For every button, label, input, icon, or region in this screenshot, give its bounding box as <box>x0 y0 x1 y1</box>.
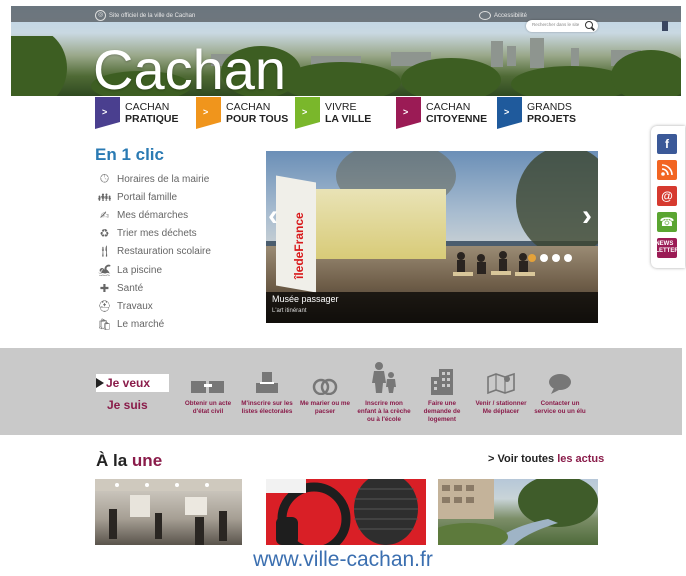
health-cross-icon: ✚ <box>99 282 110 295</box>
je-veux-tab[interactable]: Je veux <box>96 374 169 392</box>
rings-icon <box>298 359 352 395</box>
slide-next-arrow-icon[interactable]: › <box>582 201 592 231</box>
quick-link-demarches[interactable]: ✍︎ Mes démarches <box>98 206 211 224</box>
news-card-river-park[interactable] <box>438 479 598 545</box>
nav-item-label: CACHAN POUR TOUS <box>226 101 289 125</box>
quick-links-list: 🕓︎ Horaires de la mairie 👪︎ Portail famill… <box>98 170 211 334</box>
nav-item-label: GRANDS PROJETS <box>527 101 577 125</box>
search-icon[interactable] <box>585 21 593 29</box>
facebook-icon[interactable]: f <box>657 134 677 154</box>
slide-pagination <box>528 254 572 262</box>
quick-link-portail-famille[interactable]: 👪︎ Portail famille <box>98 188 211 206</box>
newsletter-icon[interactable]: NEWS LETTER <box>655 238 679 258</box>
nav-arrow-tag: > <box>396 97 421 129</box>
slide-people-deckchairs <box>451 246 541 281</box>
nav-item-label: VIVRE LA VILLE <box>325 101 372 125</box>
map-icon <box>474 359 528 395</box>
nav-item-label: CACHAN PRATIQUE <box>125 101 179 125</box>
slide-caption-subtitle: L'art itinérant <box>272 308 307 314</box>
quick-link-travaux[interactable]: ⛑︎ Travaux <box>98 297 211 315</box>
quick-link-marche[interactable]: 🛍︎ Le marché <box>98 316 211 334</box>
slide-caption-title[interactable]: Musée passager <box>272 294 339 304</box>
nav-arrow-tag: > <box>295 97 320 129</box>
see-all-news-link[interactable]: > Voir toutes les actus <box>488 453 604 465</box>
quick-link-dechets[interactable]: ♻︎ Trier mes déchets <box>98 225 211 243</box>
nav-arrow-tag: > <box>497 97 522 129</box>
paperwork-icon: ✍︎ <box>99 209 110 222</box>
building-icon <box>415 359 469 395</box>
news-card-exhibition[interactable] <box>95 479 242 545</box>
quick-link-horaires[interactable]: 🕓︎ Horaires de la mairie <box>98 170 211 188</box>
news-section-title: À la une <box>96 451 163 470</box>
accessibility-link[interactable]: Accessibilité <box>479 9 527 23</box>
email-icon[interactable]: @ <box>657 186 677 206</box>
swimmer-icon: 🏊︎ <box>97 264 112 277</box>
site-url[interactable]: www.ville-cachan.fr <box>0 548 686 572</box>
action-inscription-creche-ecole[interactable]: Inscrire mon enfant à la crèche ou à l'é… <box>357 359 411 425</box>
quick-link-sante[interactable]: ✚ Santé <box>98 279 211 297</box>
ballot-box-icon <box>240 359 294 395</box>
nav-arrow-tag: > <box>196 97 221 129</box>
official-site-link[interactable]: ◎ Site officiel de la ville de Cachan <box>95 9 195 23</box>
header-banner: ◎ Site officiel de la ville de Cachan Acc… <box>11 6 681 96</box>
quick-links-title: En 1 clic <box>95 145 164 164</box>
featured-slideshow[interactable]: îledeFrance Musée passager L'art itinéra… <box>266 151 598 323</box>
rss-icon[interactable] <box>657 160 677 180</box>
slide-dot[interactable] <box>528 254 536 262</box>
news-card-radio[interactable] <box>266 479 426 545</box>
eye-icon <box>479 10 491 20</box>
cachan-logo[interactable]: Cachan <box>93 40 286 97</box>
cachan-emblem-icon: ◎ <box>95 9 106 21</box>
play-arrow-icon <box>96 378 104 388</box>
clock-icon: 🕓︎ <box>100 172 109 185</box>
social-sidebar: f @ ☎ NEWS LETTER <box>651 126 685 268</box>
slide-prev-arrow-icon[interactable]: ‹ <box>268 201 278 231</box>
documents-icon <box>181 359 235 395</box>
shopping-bag-icon: 🛍︎ <box>97 319 112 332</box>
nav-item-label: CACHAN CITOYENNE <box>426 101 488 125</box>
parent-child-icon <box>357 359 411 395</box>
je-suis-tab[interactable]: Je suis <box>107 398 148 412</box>
quick-link-piscine[interactable]: 🏊︎ La piscine <box>98 261 211 279</box>
worker-icon: ⛑︎ <box>97 300 112 313</box>
action-listes-electorales[interactable]: M'inscrire sur les listes électorales <box>240 359 294 416</box>
action-etat-civil[interactable]: Obtenir un acte d'état civil <box>181 359 235 416</box>
slide-pavilion-panel <box>316 189 446 259</box>
nav-arrow-tag: > <box>95 97 120 129</box>
slide-dot[interactable] <box>540 254 548 262</box>
action-deplacer-stationner[interactable]: Venir / stationner Me déplacer <box>474 359 528 416</box>
fork-knife-icon: 🍴︎ <box>97 246 112 259</box>
search-input[interactable]: Rechercher dans le site <box>526 20 598 32</box>
slide-dot[interactable] <box>552 254 560 262</box>
action-contacter-service[interactable]: Contacter un service ou un élu <box>533 359 587 416</box>
header-corner-tab <box>662 21 668 31</box>
action-mariage-pacs[interactable]: Me marier ou me pacser <box>298 359 352 416</box>
slide-dot[interactable] <box>564 254 572 262</box>
family-icon: 👪︎ <box>97 191 112 204</box>
speech-bubble-icon <box>533 359 587 395</box>
recycle-icon: ♻︎ <box>99 228 110 241</box>
ile-de-france-sign: îledeFrance <box>292 212 306 279</box>
phone-icon[interactable]: ☎ <box>657 212 677 232</box>
action-demande-logement[interactable]: Faire une demande de logement <box>415 359 469 425</box>
quick-link-restauration[interactable]: 🍴︎ Restauration scolaire <box>98 243 211 261</box>
